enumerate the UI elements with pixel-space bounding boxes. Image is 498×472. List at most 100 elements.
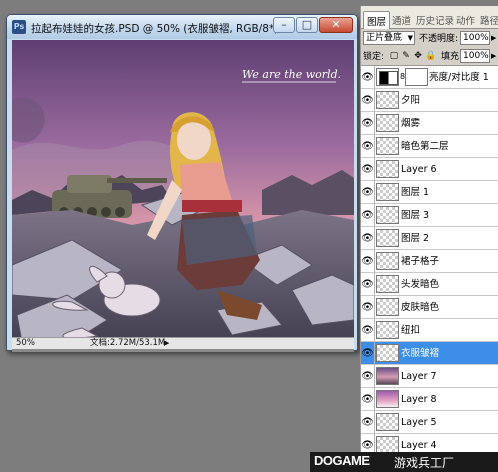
eye-icon[interactable]: 👁 — [361, 89, 375, 112]
artwork-canvas[interactable]: We are the world. — [12, 40, 354, 342]
brand-name: 游戏兵工厂 — [394, 456, 455, 470]
layer-row[interactable]: 👁 暗色第二层 — [361, 135, 498, 158]
layer-thumbnail — [376, 252, 399, 270]
eye-icon[interactable]: 👁 — [361, 158, 375, 181]
layer-name[interactable]: 衣服皱褶 — [401, 342, 439, 365]
layer-name[interactable]: 亮度/对比度 1 — [429, 66, 489, 89]
brand-logo: DOGAME — [314, 453, 370, 468]
layer-thumbnail — [376, 413, 399, 431]
fill-arrow-icon[interactable]: ▶ — [491, 50, 496, 62]
layer-row[interactable]: 👁 Layer 6 — [361, 158, 498, 181]
eye-icon[interactable]: 👁 — [361, 342, 375, 365]
lock-all-icon[interactable]: 🔒 — [425, 51, 436, 61]
layers-list[interactable]: 👁 8 亮度/对比度 1 👁 夕阳 👁 烟雾 👁 暗色第二层 👁 Layer 6 — [361, 66, 498, 472]
eye-icon[interactable]: 👁 — [361, 181, 375, 204]
layer-thumbnail — [376, 137, 399, 155]
layer-row[interactable]: 👁 Layer 7 — [361, 365, 498, 388]
layer-name[interactable]: Layer 6 — [401, 158, 437, 181]
document-size-info: 文档:2.72M/53.1M — [90, 338, 166, 348]
lock-position-icon[interactable]: ✥ — [413, 51, 423, 61]
layer-name[interactable]: 头发暗色 — [401, 273, 439, 296]
layer-row[interactable]: 👁 皮肤暗色 — [361, 296, 498, 319]
window-buttons: – □ ✕ — [273, 17, 353, 33]
tab-history[interactable]: 历史记录 — [413, 11, 457, 29]
layer-thumbnail — [376, 183, 399, 201]
chevron-down-icon: ▼ — [407, 34, 413, 42]
zoom-level[interactable]: 50% — [16, 338, 35, 349]
layer-name[interactable]: 图层 3 — [401, 204, 429, 227]
lock-pixels-icon[interactable]: ✎ — [401, 51, 411, 61]
layer-thumbnail — [376, 321, 399, 339]
eye-icon[interactable]: 👁 — [361, 388, 375, 411]
maximize-button[interactable]: □ — [296, 17, 318, 33]
tab-channels[interactable]: 通道 — [389, 11, 414, 29]
layer-thumbnail — [376, 344, 399, 362]
layer-name[interactable]: 皮肤暗色 — [401, 296, 439, 319]
tab-layers[interactable]: 图层 — [363, 11, 391, 29]
layer-thumbnail — [376, 229, 399, 247]
document-titlebar[interactable]: Ps 拉起布娃娃的女孩.PSD @ 50% (衣服皱褶, RGB/8*) – □… — [7, 15, 357, 39]
fill-input[interactable]: 100% — [460, 49, 490, 63]
lock-label: 锁定: — [363, 52, 385, 62]
layer-name[interactable]: 纽扣 — [401, 319, 420, 342]
close-button[interactable]: ✕ — [319, 17, 353, 33]
tab-paths[interactable]: 路径 — [477, 11, 498, 29]
eye-icon[interactable]: 👁 — [361, 296, 375, 319]
eye-icon[interactable]: 👁 — [361, 227, 375, 250]
layer-row[interactable]: 👁 裙子格子 — [361, 250, 498, 273]
eye-icon[interactable]: 👁 — [361, 250, 375, 273]
eye-icon[interactable]: 👁 — [361, 319, 375, 342]
blend-mode-select[interactable]: 正片叠底 ▼ — [363, 31, 415, 45]
layer-row[interactable]: 👁 烟雾 — [361, 112, 498, 135]
layer-name[interactable]: 图层 2 — [401, 227, 429, 250]
canvas-area[interactable]: We are the world. — [12, 40, 354, 352]
layer-name[interactable]: 烟雾 — [401, 112, 420, 135]
layer-thumbnail — [376, 390, 399, 408]
layer-row-selected[interactable]: 👁 衣服皱褶 — [361, 342, 498, 365]
opacity-input[interactable]: 100% — [460, 31, 490, 45]
layer-thumbnail — [376, 367, 399, 385]
tab-actions[interactable]: 动作 — [453, 11, 478, 29]
opacity-label: 不透明度: — [419, 34, 459, 44]
eye-icon[interactable]: 👁 — [361, 273, 375, 296]
layer-thumbnail — [376, 275, 399, 293]
document-window[interactable]: Ps 拉起布娃娃的女孩.PSD @ 50% (衣服皱褶, RGB/8*) – □… — [6, 14, 358, 352]
layer-row[interactable]: 👁 图层 2 — [361, 227, 498, 250]
eye-icon[interactable]: 👁 — [361, 66, 375, 89]
layer-name[interactable]: 图层 1 — [401, 181, 429, 204]
layer-row[interactable]: 👁 Layer 5 — [361, 411, 498, 434]
status-menu-arrow-icon[interactable]: ▶ — [164, 338, 169, 349]
document-statusbar: 50% 文档:2.72M/53.1M ▶ — [12, 337, 354, 349]
layer-mask-thumbnail[interactable] — [405, 68, 428, 86]
layer-name[interactable]: 夕阳 — [401, 89, 420, 112]
opacity-arrow-icon[interactable]: ▶ — [491, 32, 496, 44]
layer-name[interactable]: Layer 8 — [401, 388, 437, 411]
eye-icon[interactable]: 👁 — [361, 365, 375, 388]
layer-name[interactable]: 裙子格子 — [401, 250, 439, 273]
adjustment-layer-icon — [376, 68, 399, 86]
layer-row[interactable]: 👁 图层 1 — [361, 181, 498, 204]
layer-name[interactable]: Layer 7 — [401, 365, 437, 388]
layer-row[interactable]: 👁 纽扣 — [361, 319, 498, 342]
layer-thumbnail — [376, 160, 399, 178]
photoshop-icon: Ps — [12, 20, 26, 34]
eye-icon[interactable]: 👁 — [361, 135, 375, 158]
eye-icon[interactable]: 👁 — [361, 411, 375, 434]
layer-thumbnail — [376, 114, 399, 132]
lock-transparent-icon[interactable]: ▢ — [389, 51, 399, 61]
layer-row[interactable]: 👁 8 亮度/对比度 1 — [361, 66, 498, 89]
artwork-caption: We are the world. — [242, 68, 341, 81]
layer-row[interactable]: 👁 图层 3 — [361, 204, 498, 227]
layer-row[interactable]: 👁 夕阳 — [361, 89, 498, 112]
layer-row[interactable]: 👁 头发暗色 — [361, 273, 498, 296]
blend-opacity-row: 正片叠底 ▼ 不透明度: 100% ▶ — [361, 29, 498, 48]
layer-thumbnail — [376, 206, 399, 224]
minimize-icon: – — [281, 18, 287, 31]
blend-mode-value: 正片叠底 — [366, 33, 403, 43]
layer-name[interactable]: 暗色第二层 — [401, 135, 449, 158]
eye-icon[interactable]: 👁 — [361, 112, 375, 135]
eye-icon[interactable]: 👁 — [361, 204, 375, 227]
layer-row[interactable]: 👁 Layer 8 — [361, 388, 498, 411]
minimize-button[interactable]: – — [273, 17, 295, 33]
layer-name[interactable]: Layer 5 — [401, 411, 437, 434]
